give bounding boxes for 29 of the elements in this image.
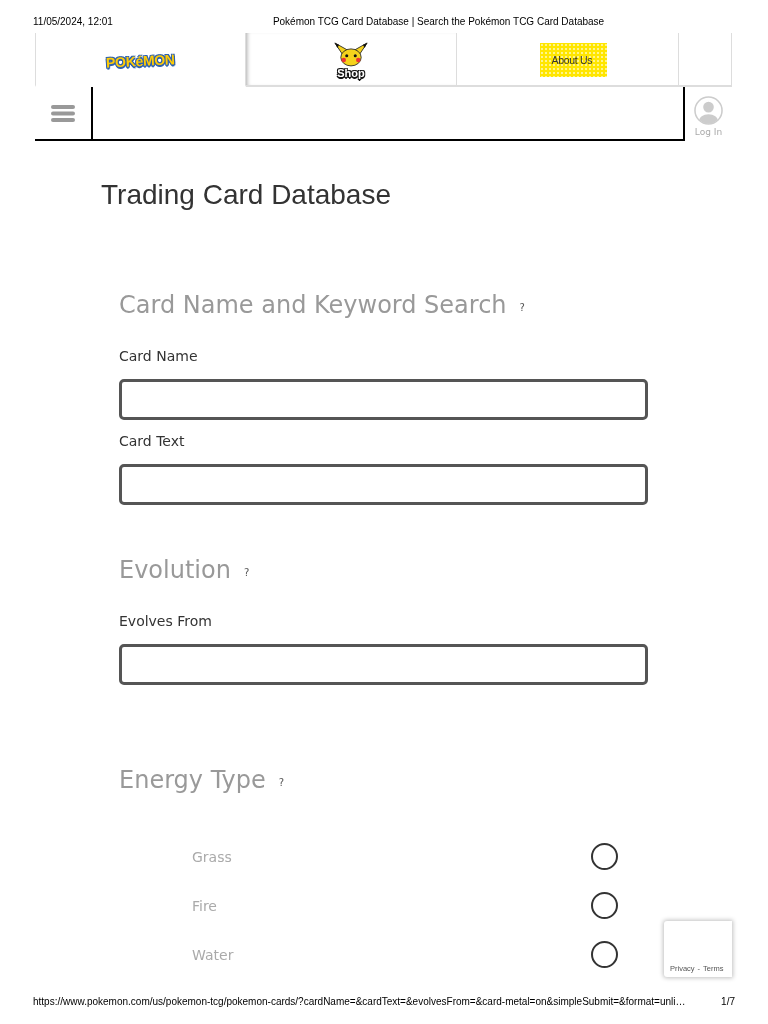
help-link[interactable]: ?: [243, 566, 250, 579]
nav-tab[interactable]: About Us: [457, 33, 679, 87]
print-date: 11/05/2024, 12:01: [33, 16, 113, 28]
cartoon-face-icon: [334, 41, 368, 67]
page-number: 1/7: [721, 996, 735, 1008]
field-label: Evolves From: [119, 612, 212, 631]
print-url: https://www.pokemon.com/us/pokemon-tcg/pokemon-cards/?cardName=&cardText=&evolvesFrom=&card-metal=on&simpleSubmit=&format=unli…: [33, 996, 686, 1008]
option-label: Grass: [192, 847, 232, 867]
radio-button[interactable]: [591, 843, 618, 870]
section-heading: Card Name and Keyword Search: [119, 290, 507, 321]
page-title: Trading Card Database: [101, 178, 391, 212]
help-link[interactable]: ?: [519, 301, 525, 314]
section-heading: Energy Type: [119, 765, 266, 796]
radio-button[interactable]: [591, 941, 618, 968]
print-title: Pokémon TCG Card Database | Search the Pokémon TCG Card Database: [272, 16, 605, 28]
text-field[interactable]: [119, 464, 648, 505]
option-label: Fire: [192, 896, 217, 916]
field-label: Card Text: [119, 432, 185, 451]
field-label: Card Name: [119, 347, 198, 366]
about-us-banner: About Us: [539, 43, 607, 77]
nav-tab[interactable]: Shop: [246, 33, 457, 87]
help-link[interactable]: ?: [278, 776, 285, 789]
option-label: Water: [192, 945, 234, 965]
user-avatar-icon: [694, 96, 723, 125]
menu-icon[interactable]: [51, 104, 75, 122]
radio-button[interactable]: [591, 892, 618, 919]
text-field[interactable]: [119, 379, 648, 420]
section-heading: Evolution: [119, 555, 231, 586]
text-field[interactable]: [119, 644, 648, 685]
